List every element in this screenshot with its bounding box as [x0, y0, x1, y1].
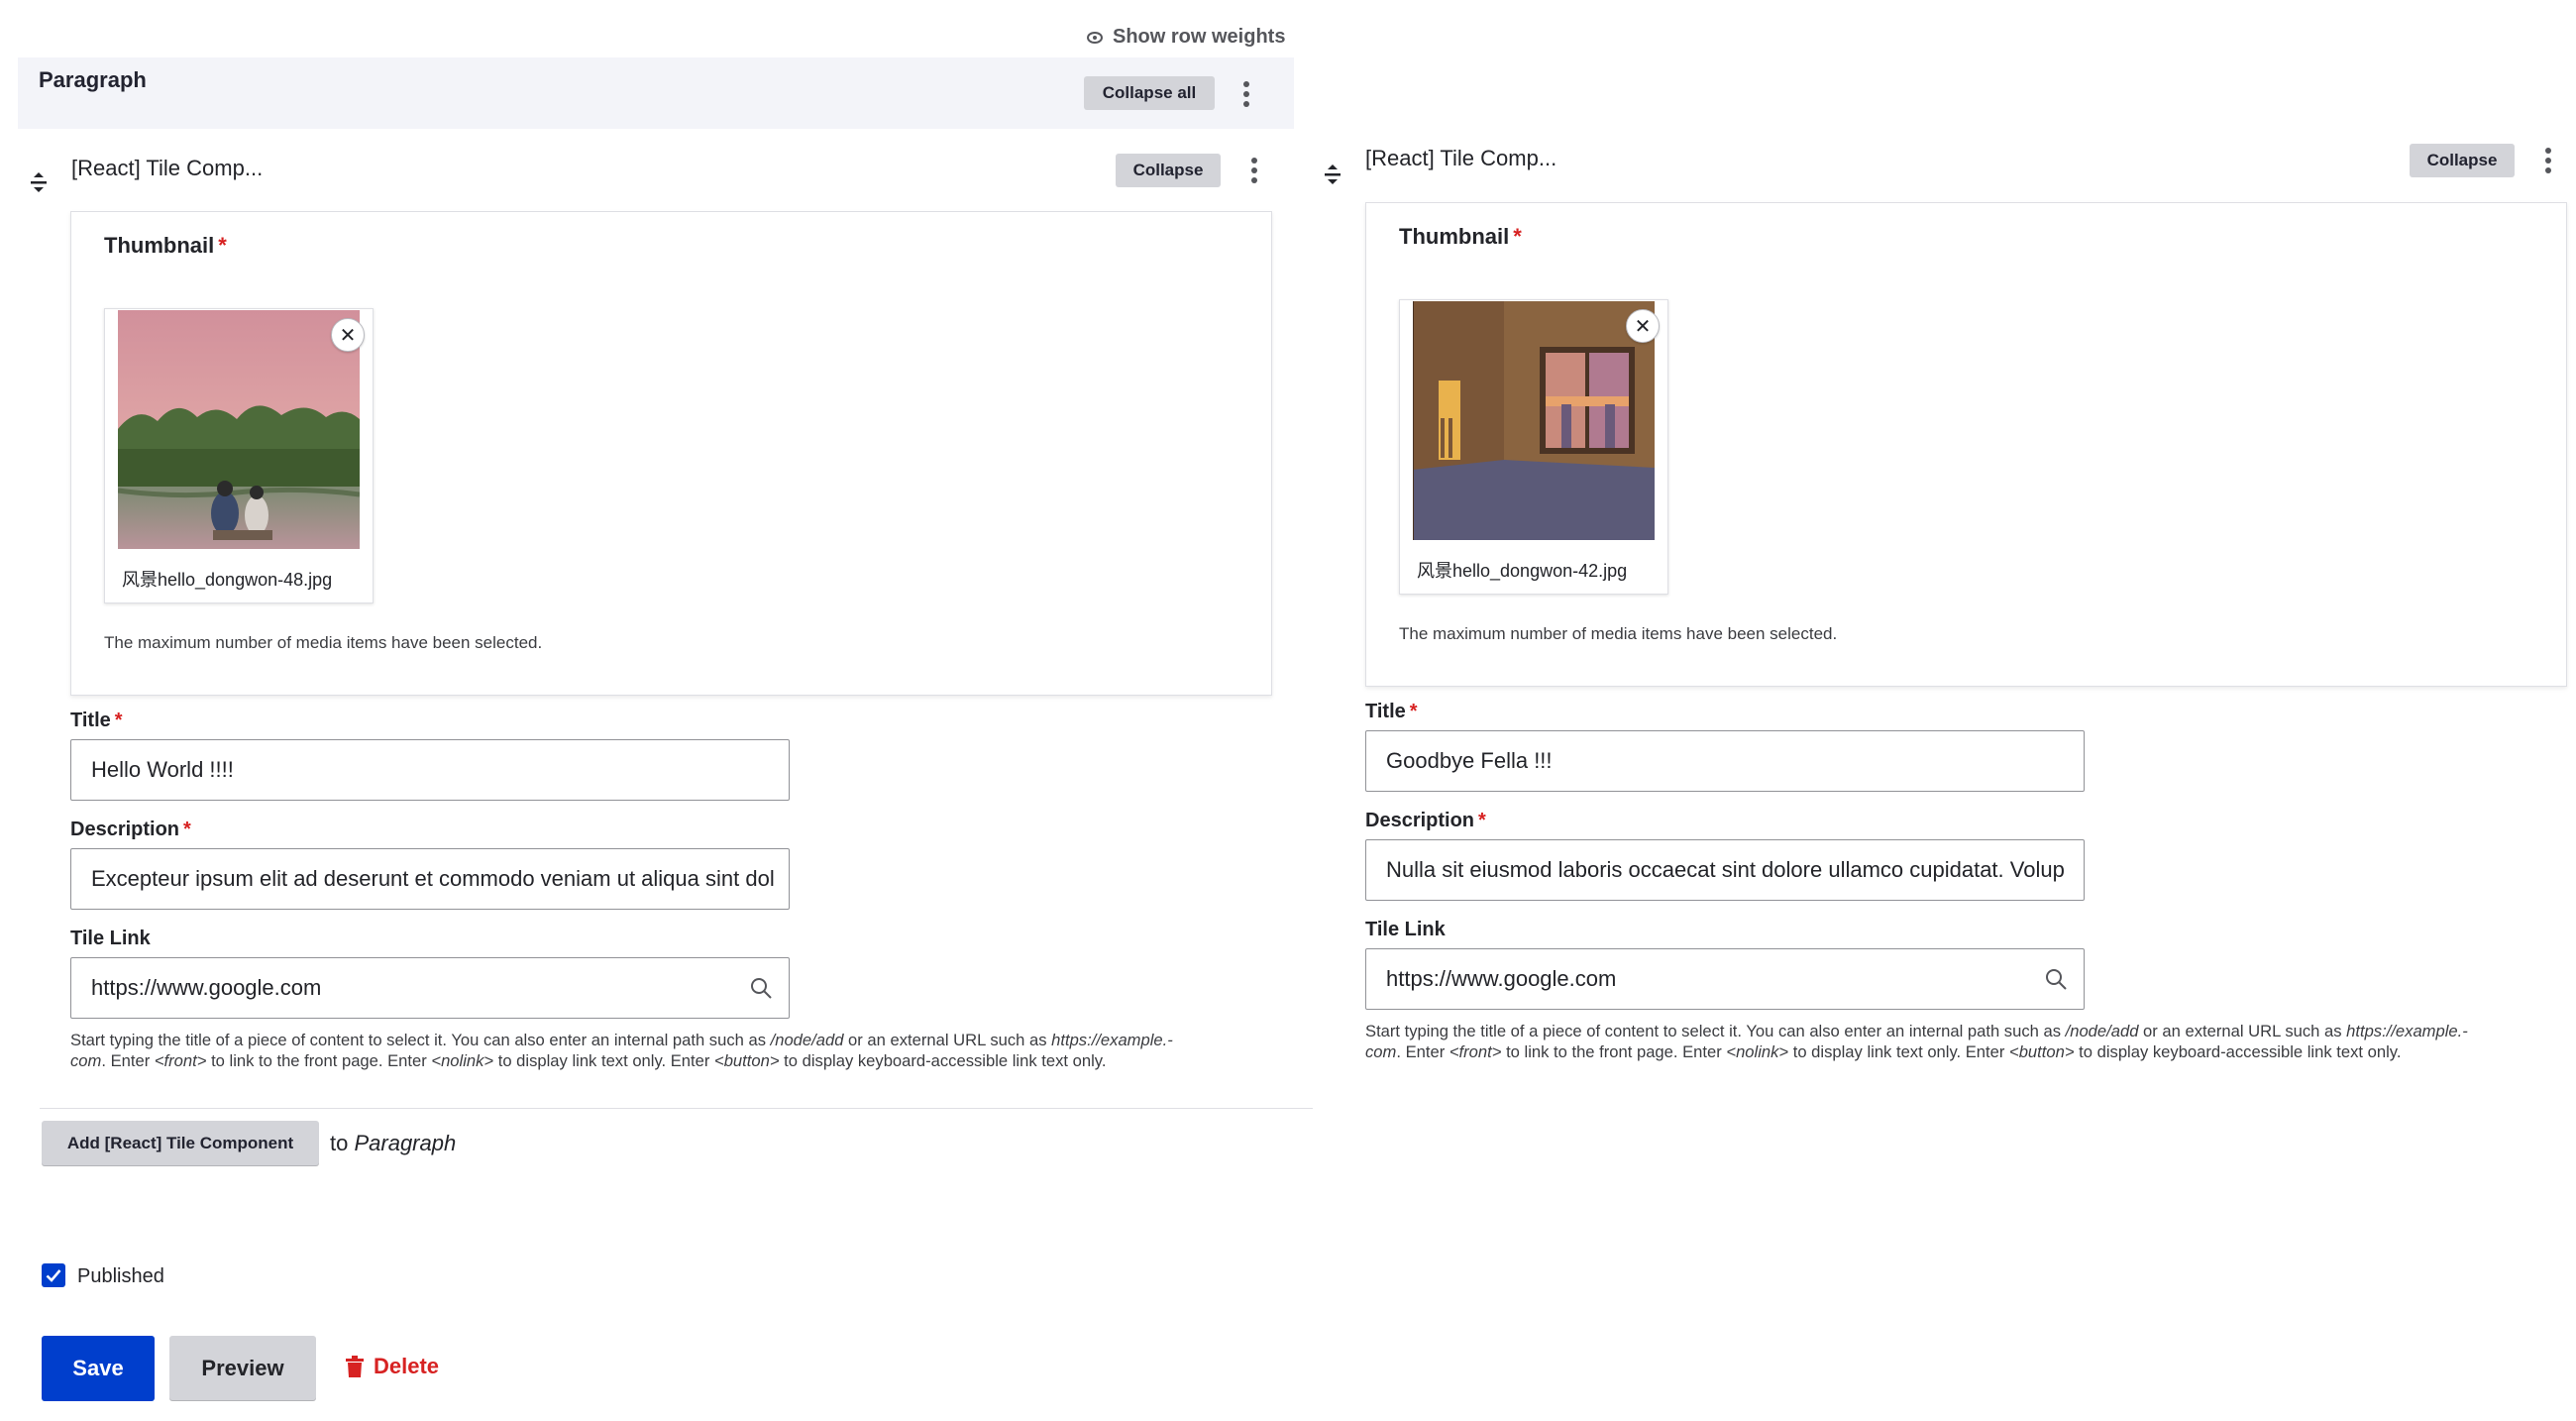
item-2-title: [React] Tile Comp...: [1365, 146, 1557, 170]
item-2-media-card[interactable]: ✕ 风景hello_dongwon-42.jpg: [1399, 299, 1668, 595]
item-1-kebab-menu-icon[interactable]: [1250, 156, 1258, 185]
item-2-description-input[interactable]: Nulla sit eiusmod laboris occaecat sint …: [1365, 839, 2085, 901]
item-2-collapse-button[interactable]: Collapse: [2410, 144, 2515, 177]
preview-button[interactable]: Preview: [169, 1336, 316, 1401]
checkmark-icon: [46, 1269, 61, 1282]
item-1-title: [React] Tile Comp...: [71, 156, 264, 180]
drag-handle-icon[interactable]: [1324, 163, 1342, 186]
item-2-title-label: Title *: [1365, 701, 1418, 722]
divider: [40, 1108, 1313, 1109]
item-1-tile-link-value: https://www.google.com: [91, 975, 322, 1000]
item-1-max-media-note: The maximum number of media items have b…: [104, 633, 543, 652]
paragraph-title: Paragraph: [39, 67, 147, 92]
item-2-kebab-menu-icon[interactable]: [2544, 146, 2552, 175]
item-2-thumbnail-label: Thumbnail *: [1399, 224, 1522, 249]
item-2-media-filename: 风景hello_dongwon-42.jpg: [1417, 561, 1628, 581]
item-2-tile-link-value: https://www.google.com: [1386, 966, 1617, 991]
item-1-thumbnail-label: Thumbnail *: [104, 233, 227, 258]
delete-label: Delete: [374, 1354, 440, 1378]
eye-icon: [1087, 31, 1103, 44]
item-1-remove-media-button[interactable]: ✕: [331, 318, 365, 352]
item-1-title-input[interactable]: Hello World !!!!: [70, 739, 790, 801]
item-1-title-label: Title *: [70, 710, 123, 731]
item-1-thumbnail-fieldset: Thumbnail * ✕ 风景hello_dongwon-48.jpg The…: [70, 211, 1272, 696]
item-1-media-filename: 风景hello_dongwon-48.jpg: [122, 570, 333, 590]
add-tile-component-button[interactable]: Add [React] Tile Component: [42, 1121, 319, 1166]
item-2-tile-link-input[interactable]: https://www.google.com: [1365, 948, 2085, 1010]
item-2-remove-media-button[interactable]: ✕: [1626, 309, 1660, 343]
item-1-media-image: [118, 310, 360, 549]
item-2-tile-link-label: Tile Link: [1365, 919, 1446, 940]
close-icon: ✕: [1634, 315, 1652, 338]
item-1-description-label: Description *: [70, 819, 191, 840]
item-1-media-card[interactable]: ✕ 风景hello_dongwon-48.jpg: [104, 308, 374, 603]
search-icon: [2046, 969, 2067, 990]
item-1-tile-link-input[interactable]: https://www.google.com: [70, 957, 790, 1019]
save-button[interactable]: Save: [42, 1336, 155, 1401]
item-1-description-input[interactable]: Excepteur ipsum elit ad deserunt et comm…: [70, 848, 790, 910]
item-1-tile-link-help: Start typing the title of a piece of con…: [70, 1031, 1173, 1070]
item-2-max-media-note: The maximum number of media items have b…: [1399, 624, 1838, 643]
item-1-tile-link-label: Tile Link: [70, 928, 151, 949]
kebab-menu-icon[interactable]: [1242, 79, 1250, 109]
collapse-all-button[interactable]: Collapse all: [1084, 76, 1215, 110]
published-label: Published: [77, 1265, 164, 1287]
search-icon: [751, 978, 772, 999]
drag-handle-icon[interactable]: [30, 170, 48, 194]
item-1-collapse-button[interactable]: Collapse: [1116, 154, 1221, 187]
published-checkbox[interactable]: [42, 1263, 65, 1287]
item-2-description-label: Description *: [1365, 810, 1486, 831]
show-row-weights-link[interactable]: Show row weights: [1087, 26, 1285, 49]
close-icon: ✕: [339, 324, 357, 347]
item-2-thumbnail-fieldset: Thumbnail * ✕ 风景hello_dongwon-42.jpg The…: [1365, 202, 2567, 687]
item-2-media-image: [1413, 301, 1655, 540]
paragraph-header: Paragraph Collapse all: [18, 57, 1294, 129]
item-2-title-input[interactable]: Goodbye Fella !!!: [1365, 730, 2085, 792]
trash-icon: [346, 1356, 364, 1377]
delete-button[interactable]: Delete: [346, 1354, 439, 1379]
item-2-tile-link-help: Start typing the title of a piece of con…: [1365, 1022, 2468, 1061]
add-target-text: to Paragraph: [330, 1131, 457, 1155]
show-row-weights-label: Show row weights: [1113, 26, 1286, 48]
